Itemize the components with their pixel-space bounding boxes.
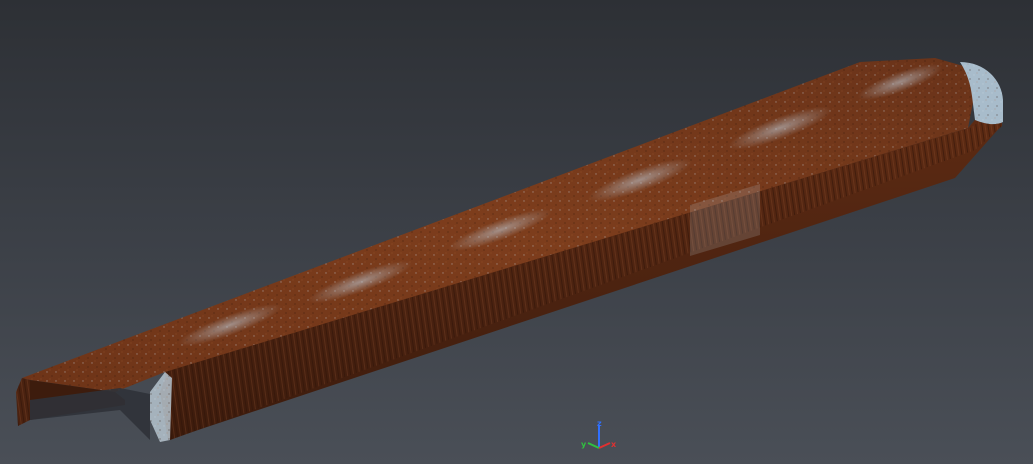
3d-viewport[interactable]: z x y <box>0 0 1033 464</box>
x-axis-line <box>598 442 611 449</box>
beam-back-flange-end-streaks <box>16 378 30 426</box>
axis-gizmo: z x y <box>581 419 617 449</box>
x-axis-label: x <box>611 440 617 449</box>
beam-front-flange-streaks <box>165 108 1002 440</box>
y-axis-line <box>587 442 600 449</box>
y-axis-label: y <box>581 440 587 449</box>
z-axis-label: z <box>597 419 602 428</box>
point-cloud-scene[interactable] <box>0 0 1033 464</box>
beam-front-flange-end-speckle <box>150 372 172 442</box>
